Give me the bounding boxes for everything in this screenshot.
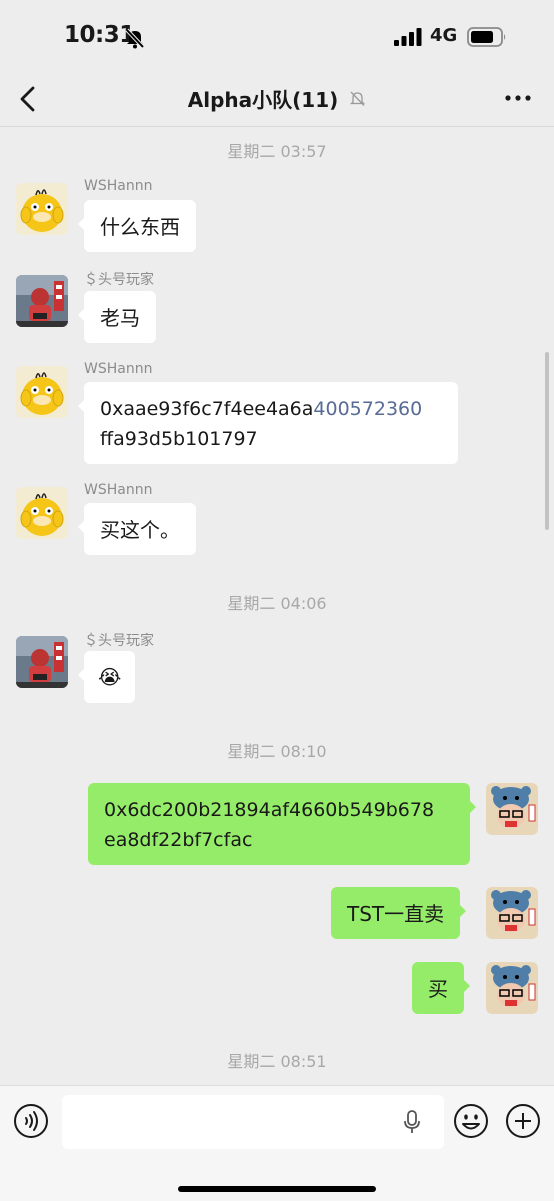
bell-slash-icon bbox=[125, 28, 145, 49]
chat-title: Alpha小队(11) bbox=[0, 84, 554, 113]
message-bubble[interactable]: 0x6dc200b21894af4660b549b678 ea8df22bf7c… bbox=[88, 783, 476, 865]
psyduck-avatar[interactable] bbox=[16, 487, 68, 539]
crying-emoji: 😭 bbox=[98, 665, 122, 689]
message-bubble[interactable]: 老马 bbox=[78, 291, 156, 343]
message-text: ea8df22bf7cfac bbox=[104, 829, 253, 851]
scrollbar[interactable] bbox=[545, 352, 549, 530]
message-text: 什么东西 bbox=[100, 215, 180, 239]
racer-avatar[interactable] bbox=[16, 636, 68, 688]
message-text: 买这个。 bbox=[100, 518, 180, 542]
timestamp: 星期二 03:57 bbox=[227, 142, 327, 161]
psyduck-avatar[interactable] bbox=[16, 366, 68, 418]
message-bubble[interactable]: 买 bbox=[412, 962, 470, 1014]
emoji-icon[interactable] bbox=[453, 1103, 489, 1139]
sender-name: ＄头号玩家 bbox=[84, 272, 154, 288]
cartoon-avatar[interactable] bbox=[486, 962, 538, 1014]
sender-name: ＄头号玩家 bbox=[84, 633, 154, 649]
input-bar bbox=[0, 1085, 554, 1201]
home-indicator bbox=[178, 1186, 376, 1192]
message-bubble[interactable]: TST一直卖 bbox=[331, 887, 467, 939]
mic-icon[interactable] bbox=[402, 1110, 422, 1134]
message-bubble[interactable]: 什么东西 bbox=[78, 200, 196, 252]
sender-name: WSHannn bbox=[84, 178, 153, 194]
timestamp: 星期二 04:06 bbox=[227, 594, 327, 613]
network-label: 4G bbox=[430, 25, 458, 46]
signal-icon bbox=[394, 28, 422, 46]
message-text: 0x6dc200b21894af4660b549b678 bbox=[104, 799, 435, 821]
sender-name: WSHannn bbox=[84, 361, 153, 377]
psyduck-avatar[interactable] bbox=[16, 183, 68, 235]
message-text: 老马 bbox=[100, 306, 140, 330]
message-input[interactable] bbox=[62, 1095, 444, 1149]
cartoon-avatar[interactable] bbox=[486, 783, 538, 835]
message-text: 0xaae93f6c7f4ee4a6a bbox=[100, 398, 314, 420]
sender-name: WSHannn bbox=[84, 482, 153, 498]
phone-link[interactable]: 400572360 bbox=[313, 398, 422, 420]
message-bubble[interactable]: 买这个。 bbox=[78, 503, 196, 555]
message-text: TST一直卖 bbox=[347, 902, 445, 926]
message-text: ffa93d5b101797 bbox=[100, 428, 258, 450]
more-icon[interactable] bbox=[500, 84, 536, 112]
mute-icon bbox=[350, 91, 366, 106]
cartoon-avatar[interactable] bbox=[486, 887, 538, 939]
chat-area[interactable]: 星期二 03:57 WSHannn 什么东西 ＄头号玩家 老马 WSHannn … bbox=[0, 127, 554, 1085]
battery-icon bbox=[467, 27, 506, 47]
message-bubble[interactable]: 0xaae93f6c7f4ee4a6a400572360 ffa93d5b101… bbox=[78, 382, 458, 464]
navigation-bar: Alpha小队(11) bbox=[0, 72, 554, 127]
voice-icon[interactable] bbox=[13, 1103, 49, 1139]
message-text: 买 bbox=[428, 977, 448, 1001]
chat-title-text: Alpha小队(11) bbox=[187, 88, 339, 112]
racer-avatar[interactable] bbox=[16, 275, 68, 327]
status-bar: 10:31 4G bbox=[0, 0, 554, 72]
timestamp: 星期二 08:51 bbox=[227, 1052, 327, 1071]
plus-icon[interactable] bbox=[505, 1103, 541, 1139]
timestamp: 星期二 08:10 bbox=[227, 742, 327, 761]
message-bubble[interactable]: 😭 bbox=[77, 651, 136, 703]
